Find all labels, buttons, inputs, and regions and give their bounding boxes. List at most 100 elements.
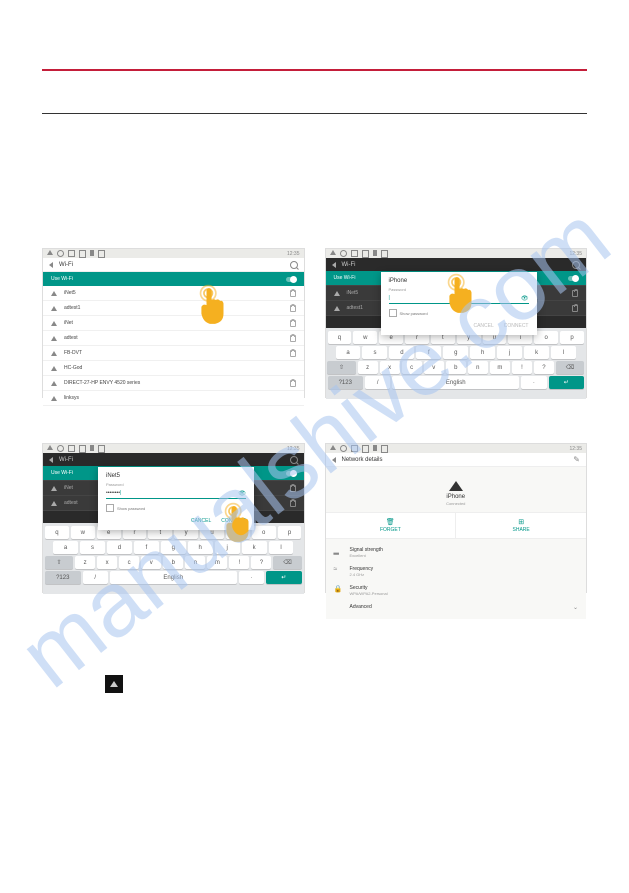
key[interactable]: v: [424, 361, 444, 374]
key[interactable]: ?: [251, 556, 271, 569]
key[interactable]: l: [269, 541, 294, 554]
key[interactable]: g: [161, 541, 186, 554]
network-row[interactable]: adtest: [43, 331, 304, 346]
key[interactable]: c: [119, 556, 139, 569]
home-nav-icon[interactable]: [57, 445, 64, 452]
key[interactable]: z: [75, 556, 95, 569]
key[interactable]: ·: [239, 571, 264, 584]
backspace-key[interactable]: ⌫: [273, 556, 301, 569]
network-row[interactable]: iNet: [43, 316, 304, 331]
key[interactable]: c: [402, 361, 422, 374]
checkbox-icon[interactable]: [389, 309, 397, 317]
recent-nav-icon[interactable]: [68, 445, 75, 452]
key[interactable]: h: [470, 346, 495, 359]
forget-button[interactable]: 🗑FORGET: [326, 513, 456, 538]
key[interactable]: s: [362, 346, 387, 359]
key[interactable]: b: [446, 361, 466, 374]
key[interactable]: x: [97, 556, 117, 569]
key[interactable]: l: [551, 346, 576, 359]
key[interactable]: s: [80, 541, 105, 554]
space-key[interactable]: English: [392, 376, 519, 389]
key[interactable]: w: [71, 526, 95, 539]
key[interactable]: z: [358, 361, 378, 374]
key[interactable]: /: [365, 376, 390, 389]
key[interactable]: b: [163, 556, 183, 569]
search-icon[interactable]: [572, 261, 580, 269]
key[interactable]: v: [141, 556, 161, 569]
key[interactable]: p: [278, 526, 302, 539]
key[interactable]: m: [207, 556, 227, 569]
use-wifi-toggle-row[interactable]: Use Wi-Fi: [43, 272, 304, 286]
network-row[interactable]: HC-God: [43, 361, 304, 376]
key[interactable]: ·: [521, 376, 546, 389]
key[interactable]: j: [497, 346, 522, 359]
key[interactable]: a: [53, 541, 78, 554]
key[interactable]: q: [328, 331, 352, 344]
network-row[interactable]: linksys: [43, 391, 304, 406]
recent-nav-icon[interactable]: [351, 250, 358, 257]
search-icon[interactable]: [290, 456, 298, 464]
key[interactable]: n: [468, 361, 488, 374]
key[interactable]: d: [107, 541, 132, 554]
wifi-icon: [51, 351, 58, 356]
home-nav-icon[interactable]: [340, 250, 347, 257]
key[interactable]: !: [512, 361, 532, 374]
search-icon[interactable]: [290, 261, 298, 269]
shift-key[interactable]: ⇧: [45, 556, 73, 569]
key[interactable]: o: [534, 331, 558, 344]
symbols-key[interactable]: ?123: [45, 571, 81, 584]
network-row[interactable]: iNet5: [43, 286, 304, 301]
network-row[interactable]: DIRECT-27-HP ENVY 4520 series: [43, 376, 304, 391]
key[interactable]: w: [353, 331, 377, 344]
connect-button[interactable]: CONNECT: [504, 323, 529, 329]
home-nav-icon[interactable]: [57, 250, 64, 257]
key[interactable]: f: [416, 346, 441, 359]
back-nav-icon[interactable]: [47, 250, 53, 255]
shift-key[interactable]: ⇧: [327, 361, 355, 374]
wifi-icon: [51, 396, 58, 401]
usb-icon: [373, 250, 377, 256]
checkbox-icon[interactable]: [106, 504, 114, 512]
recent-nav-icon[interactable]: [351, 445, 358, 452]
password-input[interactable]: ••••••••|👁: [106, 488, 246, 499]
key[interactable]: x: [380, 361, 400, 374]
cancel-button[interactable]: CANCEL: [191, 518, 211, 524]
network-row[interactable]: adtest1: [43, 301, 304, 316]
backspace-key[interactable]: ⌫: [556, 361, 584, 374]
key[interactable]: g: [443, 346, 468, 359]
network-row[interactable]: FB-DVT: [43, 346, 304, 361]
touch-pointer-icon: [223, 502, 257, 546]
key[interactable]: a: [336, 346, 361, 359]
visibility-icon[interactable]: 👁: [238, 490, 246, 497]
key[interactable]: m: [490, 361, 510, 374]
key[interactable]: !: [229, 556, 249, 569]
wifi-toggle[interactable]: [286, 277, 296, 282]
back-arrow-icon[interactable]: [332, 457, 336, 463]
home-nav-icon[interactable]: [340, 445, 347, 452]
key[interactable]: p: [560, 331, 584, 344]
key[interactable]: q: [45, 526, 69, 539]
symbols-key[interactable]: ?123: [328, 376, 364, 389]
key[interactable]: k: [524, 346, 549, 359]
key[interactable]: f: [134, 541, 159, 554]
key[interactable]: /: [83, 571, 108, 584]
key[interactable]: n: [185, 556, 205, 569]
recent-nav-icon[interactable]: [68, 250, 75, 257]
back-nav-icon[interactable]: [330, 250, 336, 255]
key[interactable]: ?: [534, 361, 554, 374]
edit-icon[interactable]: ✎: [573, 455, 580, 464]
enter-key[interactable]: ↵: [549, 376, 585, 389]
share-button[interactable]: ⊞SHARE: [455, 513, 586, 538]
back-nav-icon[interactable]: [47, 445, 53, 450]
key[interactable]: h: [188, 541, 213, 554]
advanced-row[interactable]: Advanced⌄: [334, 600, 579, 615]
visibility-icon[interactable]: 👁: [521, 295, 529, 302]
enter-key[interactable]: ↵: [266, 571, 302, 584]
back-arrow-icon[interactable]: [49, 457, 53, 463]
cancel-button[interactable]: CANCEL: [473, 323, 493, 329]
back-arrow-icon[interactable]: [49, 262, 53, 268]
back-arrow-icon[interactable]: [332, 262, 336, 268]
key[interactable]: d: [389, 346, 414, 359]
space-key[interactable]: English: [110, 571, 237, 584]
back-nav-icon[interactable]: [330, 445, 336, 450]
